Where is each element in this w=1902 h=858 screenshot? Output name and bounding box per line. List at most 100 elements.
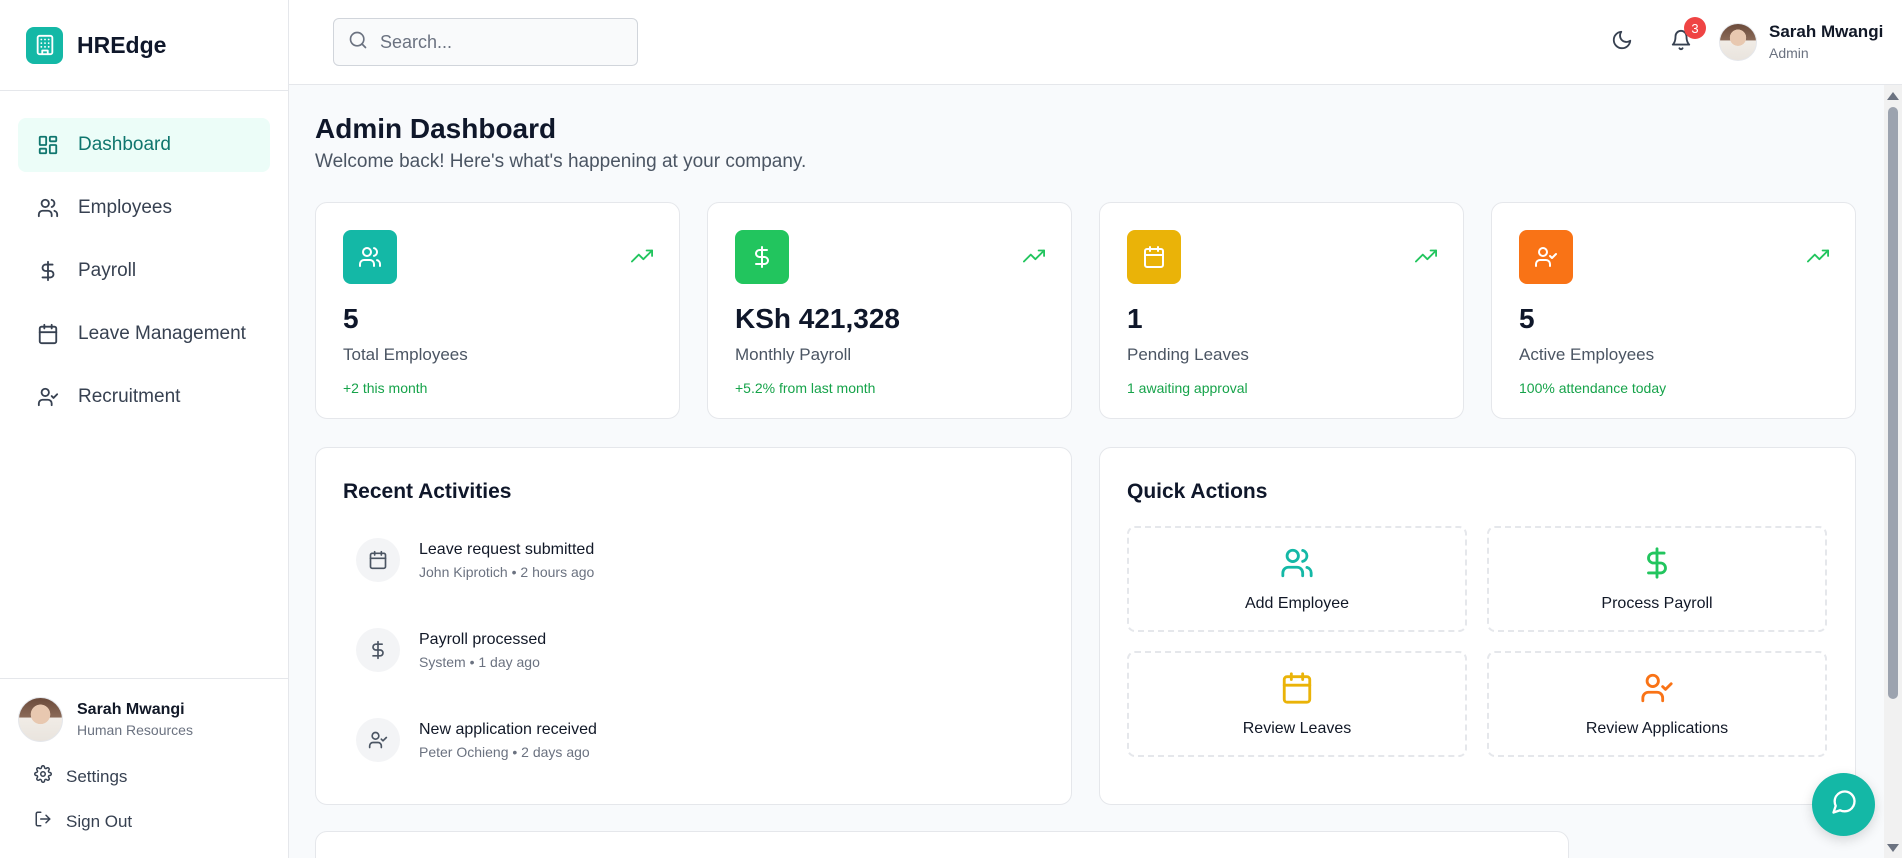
activity-title: Payroll processed [419, 630, 547, 648]
activity-meta: Peter Ochieng • 2 days ago [419, 743, 590, 760]
user-check-icon [1519, 230, 1573, 284]
sidebar-nav: Dashboard Employees Payroll Leave Manage… [0, 91, 288, 424]
search-input[interactable] [380, 31, 620, 53]
notifications-button[interactable]: 3 [1668, 17, 1706, 55]
stat-label: Total Employees [343, 345, 468, 364]
topbar: 3 Sarah Mwangi Admin [289, 0, 1902, 85]
sidebar-footer: Sarah Mwangi Human Resources Settings Si… [0, 678, 289, 844]
topbar-user-menu[interactable]: Sarah Mwangi Admin [1719, 22, 1883, 61]
stat-value: 5 [343, 303, 359, 334]
quick-action-label: Review Leaves [1242, 719, 1352, 737]
sidebar-item-payroll[interactable]: Payroll [18, 244, 270, 298]
calendar-icon [1280, 671, 1314, 710]
brand-name: HREdge [77, 31, 167, 58]
user-role: Admin [1769, 45, 1809, 61]
trending-up-icon [1023, 245, 1045, 272]
scroll-up-arrow-icon[interactable] [1887, 92, 1899, 100]
trending-up-icon [1807, 245, 1829, 272]
stat-note: 1 awaiting approval [1127, 380, 1248, 396]
theme-toggle-button[interactable] [1609, 29, 1635, 55]
review-leaves-button[interactable]: Review Leaves [1127, 651, 1467, 757]
activity-item[interactable]: Payroll processed System • 1 day ago [356, 628, 546, 672]
calendar-icon [36, 322, 60, 346]
sign-out-link[interactable]: Sign Out [18, 799, 271, 844]
settings-label: Settings [66, 766, 128, 786]
quick-action-label: Review Applications [1585, 719, 1729, 737]
quick-action-label: Process Payroll [1601, 594, 1713, 612]
dollar-sign-icon [356, 628, 400, 672]
sidebar-item-label: Recruitment [78, 386, 181, 407]
chat-button[interactable] [1812, 773, 1875, 836]
sidebar-item-label: Leave Management [78, 323, 246, 344]
dollar-sign-icon [36, 259, 60, 283]
page-subtitle: Welcome back! Here's what's happening at… [315, 151, 807, 172]
calendar-icon [1127, 230, 1181, 284]
users-icon [36, 196, 60, 220]
user-check-icon [356, 718, 400, 762]
recent-activities-panel: Recent Activities Leave request submitte… [315, 447, 1072, 805]
log-out-icon [34, 810, 52, 833]
trending-up-icon [1415, 245, 1437, 272]
activity-item[interactable]: New application received Peter Ochieng •… [356, 718, 597, 762]
user-check-icon [36, 385, 60, 409]
sidebar-item-employees[interactable]: Employees [18, 181, 270, 235]
activity-meta: John Kiprotich • 2 hours ago [419, 563, 595, 580]
sign-out-label: Sign Out [66, 811, 133, 831]
settings-link[interactable]: Settings [18, 754, 271, 799]
stat-value: KSh 421,328 [735, 303, 900, 334]
stat-note: +5.2% from last month [735, 380, 876, 396]
process-payroll-button[interactable]: Process Payroll [1487, 526, 1827, 632]
activity-item[interactable]: Leave request submitted John Kiprotich •… [356, 538, 594, 582]
stat-card-total-employees: 5 Total Employees +2 this month [315, 202, 680, 419]
scroll-down-arrow-icon[interactable] [1887, 844, 1899, 852]
page-title: Admin Dashboard [315, 113, 557, 144]
users-icon [1280, 546, 1314, 585]
trending-up-icon [631, 245, 653, 272]
stat-label: Monthly Payroll [735, 345, 852, 364]
quick-action-label: Add Employee [1244, 594, 1350, 612]
sidebar-item-dashboard[interactable]: Dashboard [18, 118, 270, 172]
user-name: Sarah Mwangi [1769, 22, 1884, 41]
stat-label: Pending Leaves [1127, 345, 1249, 364]
user-role: Human Resources [77, 722, 193, 738]
brand[interactable]: HREdge [0, 0, 288, 91]
users-icon [343, 230, 397, 284]
gear-icon [34, 765, 52, 788]
add-employee-button[interactable]: Add Employee [1127, 526, 1467, 632]
sidebar-item-recruitment[interactable]: Recruitment [18, 370, 270, 424]
stat-card-pending-leaves: 1 Pending Leaves 1 awaiting approval [1099, 202, 1464, 419]
notification-count-badge: 3 [1684, 17, 1706, 39]
vertical-scrollbar[interactable] [1884, 85, 1902, 858]
sidebar-item-leave-management[interactable]: Leave Management [18, 307, 270, 361]
stat-label: Active Employees [1519, 345, 1655, 364]
activity-title: New application received [419, 720, 597, 738]
avatar [1719, 22, 1757, 61]
sidebar-user-card[interactable]: Sarah Mwangi Human Resources [18, 697, 271, 742]
search-icon [348, 30, 368, 55]
main-content: Admin Dashboard Welcome back! Here's wha… [289, 85, 1884, 858]
stat-note: +2 this month [343, 380, 428, 396]
user-name: Sarah Mwangi [77, 701, 185, 718]
stat-note: 100% attendance today [1519, 380, 1667, 396]
scroll-thumb[interactable] [1888, 107, 1898, 699]
review-applications-button[interactable]: Review Applications [1487, 651, 1827, 757]
message-circle-icon [1830, 788, 1858, 821]
panel-title: Recent Activities [343, 480, 512, 503]
layout-dashboard-icon [36, 133, 60, 157]
panel-title: Quick Actions [1127, 480, 1268, 503]
activity-meta: System • 1 day ago [419, 653, 540, 670]
dollar-sign-icon [735, 230, 789, 284]
search-box[interactable] [333, 18, 638, 66]
bottom-panel [315, 831, 1569, 858]
quick-actions-panel: Quick Actions Add Employee Process Payro… [1099, 447, 1856, 805]
stat-value: 5 [1519, 303, 1535, 334]
sidebar-item-label: Dashboard [78, 134, 171, 155]
moon-icon [1611, 29, 1633, 56]
sidebar-item-label: Payroll [78, 260, 137, 281]
avatar [18, 697, 63, 742]
sidebar: HREdge Dashboard Employees Payroll Leave… [0, 0, 289, 858]
user-check-icon [1640, 671, 1674, 710]
sidebar-item-label: Employees [78, 197, 172, 218]
building-logo-icon [26, 26, 63, 64]
activity-title: Leave request submitted [419, 540, 595, 558]
